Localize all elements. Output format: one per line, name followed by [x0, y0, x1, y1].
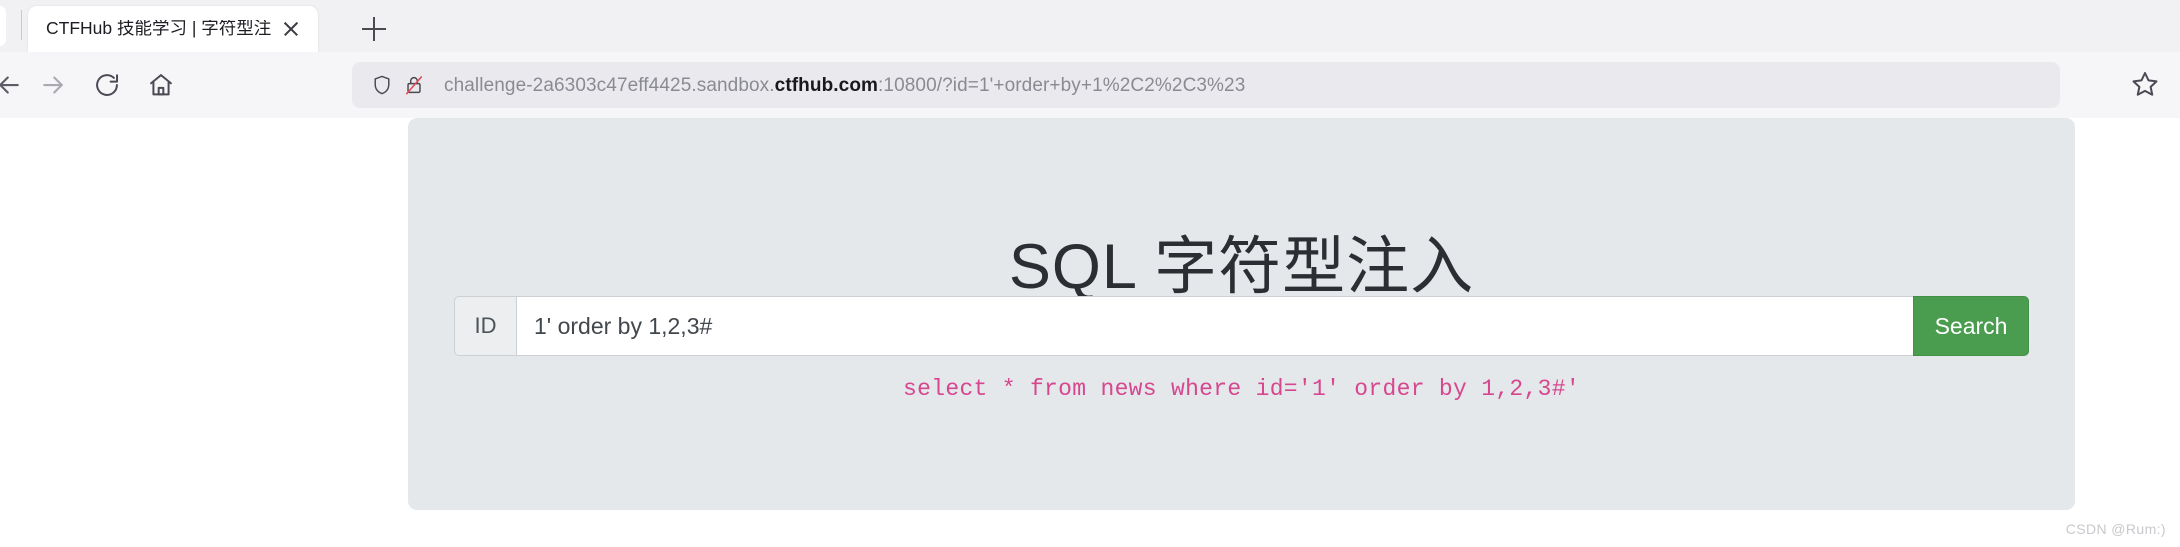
- url-prefix: challenge-2a6303c47eff4425.sandbox.: [444, 75, 775, 95]
- jumbotron-panel: SQL 字符型注入 ID 1' order by 1,2,3# Search s…: [408, 118, 2075, 510]
- navigation-toolbar: challenge-2a6303c47eff4425.sandbox.ctfhu…: [0, 52, 2180, 118]
- bookmark-button[interactable]: [2130, 69, 2162, 101]
- forward-button[interactable]: [30, 62, 76, 108]
- tab-edge-sliver[interactable]: [0, 6, 6, 46]
- url-host-highlight: ctfhub.com: [774, 75, 879, 95]
- arrow-left-icon: [0, 76, 19, 94]
- home-icon: [150, 74, 172, 96]
- url-bar[interactable]: challenge-2a6303c47eff4425.sandbox.ctfhu…: [352, 62, 2060, 108]
- close-icon[interactable]: [278, 16, 304, 42]
- page-title: SQL 字符型注入: [1008, 232, 1475, 303]
- lock-crossed-out-icon[interactable]: [400, 71, 428, 99]
- star-icon: [2132, 72, 2158, 96]
- tab-separator: [21, 10, 22, 40]
- arrow-right-icon: [43, 76, 63, 94]
- tab-title: CTFHub 技能学习 | 字符型注入: [46, 20, 272, 38]
- reload-icon: [96, 74, 119, 96]
- sql-query-output: select * from news where id='1' order by…: [903, 376, 1580, 402]
- new-tab-icon[interactable]: [357, 12, 391, 46]
- search-button[interactable]: Search: [1913, 296, 2029, 356]
- id-input[interactable]: 1' order by 1,2,3#: [516, 296, 1913, 356]
- page-viewport: SQL 字符型注入 ID 1' order by 1,2,3# Search s…: [0, 118, 2180, 547]
- browser-chrome: CTFHub 技能学习 | 字符型注入 challenge-2a6303c47e…: [0, 0, 2180, 118]
- id-label-addon: ID: [454, 296, 516, 356]
- reload-button[interactable]: [84, 62, 130, 108]
- shield-icon[interactable]: [368, 71, 396, 99]
- watermark: CSDN @Rum:): [2065, 521, 2166, 537]
- sql-query-form: ID 1' order by 1,2,3# Search: [454, 296, 2029, 356]
- home-button[interactable]: [138, 62, 184, 108]
- back-button[interactable]: [0, 62, 32, 108]
- url-suffix: :10800/?id=1'+order+by+1%2C2%2C3%23: [878, 75, 1246, 95]
- url-text: challenge-2a6303c47eff4425.sandbox.ctfhu…: [444, 76, 2048, 95]
- browser-tab-active[interactable]: CTFHub 技能学习 | 字符型注入: [28, 6, 318, 52]
- tab-strip: CTFHub 技能学习 | 字符型注入: [0, 0, 2180, 52]
